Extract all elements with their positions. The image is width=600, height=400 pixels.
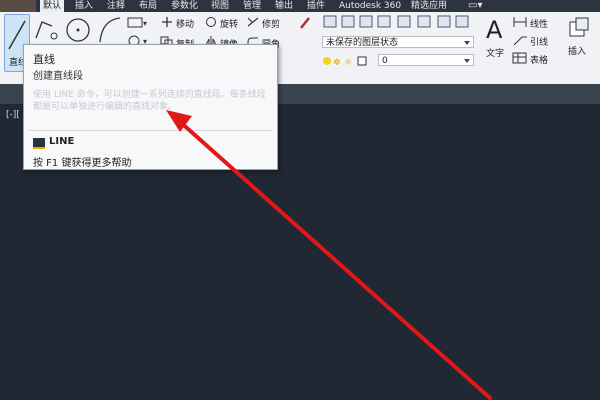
red-arrow-annotation (166, 110, 492, 400)
